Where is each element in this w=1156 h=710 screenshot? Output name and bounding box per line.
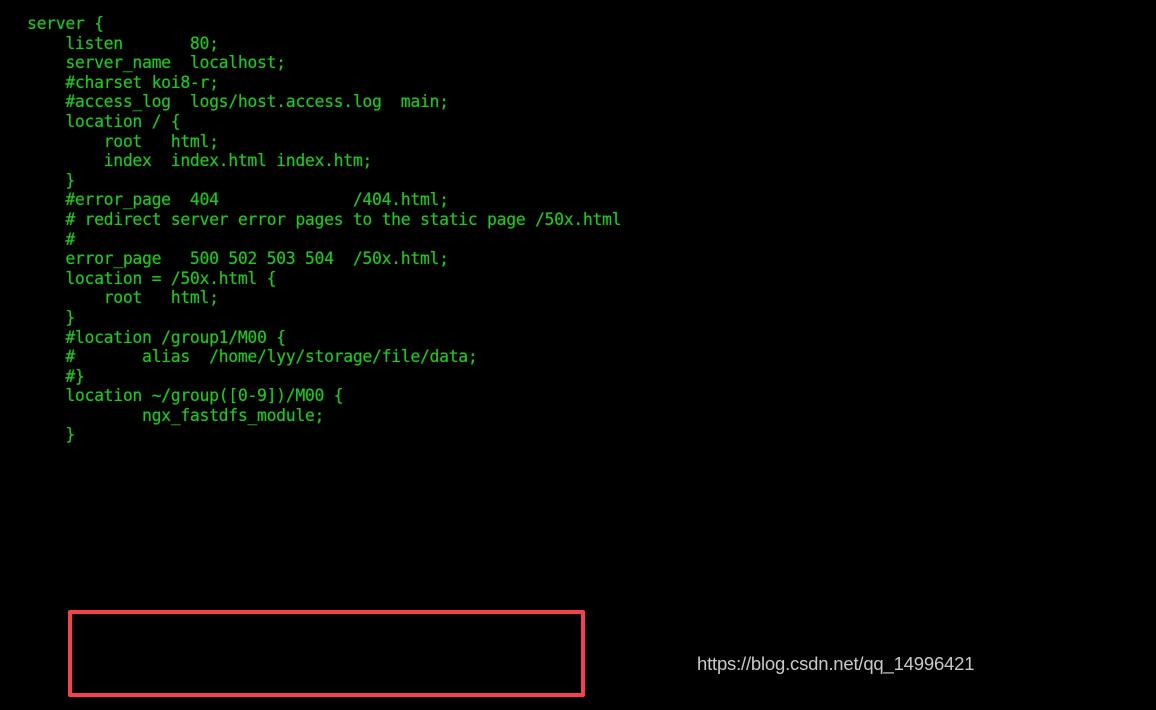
terminal-screenshot: server { listen 80; server_name localhos…: [0, 0, 1156, 710]
nginx-config-code-block[interactable]: server { listen 80; server_name localhos…: [27, 14, 1147, 445]
code-line: #: [27, 229, 75, 249]
code-line: error_page 500 502 503 504 /50x.html;: [27, 249, 449, 269]
code-line: }: [27, 307, 75, 327]
code-line: location = /50x.html {: [27, 268, 277, 288]
code-line: }: [27, 425, 75, 445]
watermark-url: https://blog.csdn.net/qq_14996421: [697, 653, 975, 674]
code-line: index index.html index.htm;: [27, 151, 373, 171]
code-line: listen 80;: [27, 33, 219, 53]
code-line: #charset koi8-r;: [27, 72, 219, 92]
code-line: #location /group1/M00 {: [27, 327, 286, 347]
code-line: # redirect server error pages to the sta…: [27, 209, 622, 229]
code-line: #error_page 404 /404.html;: [27, 190, 449, 210]
code-line: location / {: [27, 111, 181, 131]
code-line: server_name localhost;: [27, 53, 286, 73]
code-line: #}: [27, 366, 85, 386]
code-line: }: [27, 170, 75, 190]
code-line: # alias /home/lyy/storage/file/data;: [27, 347, 478, 367]
code-line: ngx_fastdfs_module;: [27, 405, 325, 425]
code-line: #access_log logs/host.access.log main;: [27, 92, 449, 112]
code-line: location ~/group([0-9])/M00 {: [27, 386, 344, 406]
code-line: server {: [27, 14, 104, 33]
code-line: root html;: [27, 288, 219, 308]
fastdfs-location-block-highlight: [68, 610, 585, 697]
code-line: root html;: [27, 131, 219, 151]
